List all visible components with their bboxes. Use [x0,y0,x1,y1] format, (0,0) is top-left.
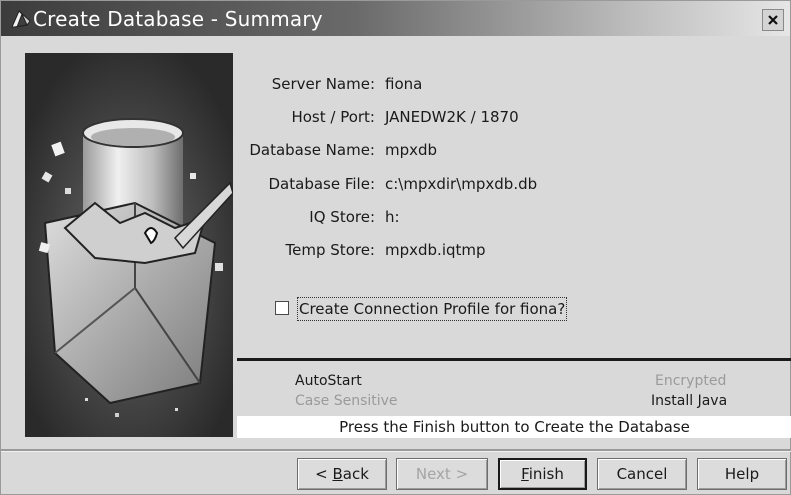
title-bar[interactable]: Create Database - Summary [1,1,790,36]
finish-button-mnemonic: F [521,465,529,483]
temp-store-row: Temp Store: mpxdb.iqtmp [25,239,585,261]
temp-store-label: Temp Store: [285,241,375,259]
autostart-option: AutoStart [295,373,362,389]
server-name-label: Server Name: [271,75,375,93]
host-port-label: Host / Port: [291,108,375,126]
connection-profile-checkbox[interactable] [275,301,289,315]
close-icon [768,15,778,25]
temp-store-value: mpxdb.iqtmp [385,241,486,259]
case-sensitive-option: Case Sensitive [295,393,398,409]
finish-button[interactable]: Finish [498,458,587,490]
encrypted-option: Encrypted [655,373,727,389]
database-wizard-icon [11,10,31,28]
database-file-row: Database File: c:\mpxdir\mpxdb.db [25,173,585,195]
back-button-rest: ack [342,465,369,483]
server-name-row: Server Name: fiona [25,73,585,95]
iq-store-label: IQ Store: [309,208,375,226]
finish-button-rest: inish [528,465,564,483]
database-file-label: Database File: [268,175,376,193]
close-button[interactable] [762,9,784,31]
window-title: Create Database - Summary [33,7,323,31]
status-message: Press the Finish button to Create the Da… [237,416,791,438]
iq-store-row: IQ Store: h: [25,206,585,228]
host-port-value: JANEDW2K / 1870 [385,108,519,126]
button-bar-separator [1,449,791,452]
back-button-prefix: < [315,465,333,483]
install-java-option: Install Java [651,393,728,409]
database-name-label: Database Name: [249,141,375,159]
back-button[interactable]: < Back [297,458,387,490]
database-file-value: c:\mpxdir\mpxdb.db [385,175,538,193]
section-divider [237,358,791,361]
database-name-row: Database Name: mpxdb [25,139,585,161]
database-name-value: mpxdb [385,141,438,159]
connection-profile-label[interactable]: Create Connection Profile for fiona? [297,297,568,321]
host-port-row: Host / Port: JANEDW2K / 1870 [25,106,585,128]
create-database-dialog: Create Database - Summary Server Name: f… [0,0,791,495]
iq-store-value: h: [385,208,400,226]
help-button[interactable]: Help [697,458,787,490]
next-button[interactable]: Next > [396,458,488,490]
cancel-button[interactable]: Cancel [597,458,687,490]
back-button-mnemonic: B [332,465,343,483]
server-name-value: fiona [385,75,423,93]
